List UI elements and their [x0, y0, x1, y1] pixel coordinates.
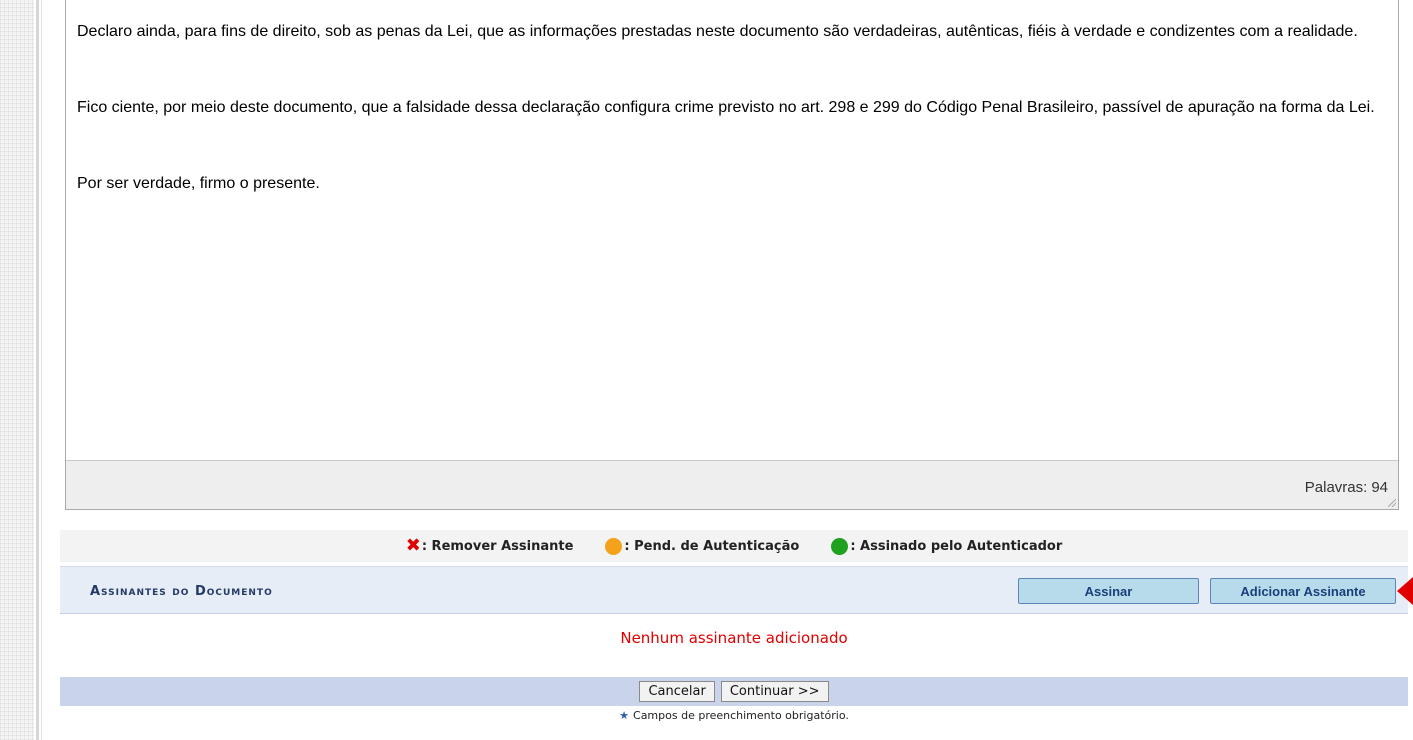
required-star-icon: ★	[619, 709, 630, 722]
add-signer-button[interactable]: Adicionar Assinante	[1210, 578, 1396, 604]
legend-signed-label: : Assinado pelo Autenticador	[850, 538, 1063, 554]
legend-pending-label: : Pend. de Autenticação	[624, 538, 800, 554]
legend-pending: : Pend. de Autenticação	[605, 537, 800, 555]
no-signers-message: Nenhum assinante adicionado	[620, 629, 848, 647]
legend-remove-label: : Remover Assinante	[421, 538, 574, 554]
paragraph-falsity-notice: Fico ciente, por meio deste documento, q…	[77, 99, 1375, 116]
resize-handle-icon[interactable]	[1388, 499, 1396, 507]
cancel-button[interactable]: Cancelar	[639, 681, 715, 702]
orange-dot-icon	[605, 537, 623, 555]
required-note-text: Campos de preenchimento obrigatório.	[633, 709, 849, 722]
signers-header: Assinantes do Documento Assinar Adiciona…	[60, 566, 1408, 614]
editor-status-bar: Palavras: 94	[66, 460, 1398, 509]
sign-button[interactable]: Assinar	[1018, 578, 1199, 604]
required-fields-note: ★ Campos de preenchimento obrigatório.	[60, 709, 1408, 722]
signer-status-legend: ✖ : Remover Assinante : Pend. de Autenti…	[60, 530, 1408, 562]
green-dot-icon	[831, 537, 849, 555]
word-count: Palavras: 94	[1305, 479, 1388, 496]
editor-content[interactable]: Declaro ainda, para fins de direito, sob…	[77, 20, 1389, 248]
left-divider-secondary	[41, 0, 42, 740]
left-divider	[36, 0, 39, 740]
red-pointer-arrow-icon	[1397, 577, 1413, 605]
document-editor[interactable]: Declaro ainda, para fins de direito, sob…	[65, 0, 1399, 510]
word-count-label: Palavras:	[1304, 479, 1368, 496]
word-count-value: 94	[1371, 479, 1388, 496]
paragraph-closing: Por ser verdade, firmo o presente.	[77, 175, 320, 192]
legend-signed: : Assinado pelo Autenticador	[831, 537, 1063, 555]
signers-title: Assinantes do Documento	[90, 584, 273, 599]
left-decorative-strip	[0, 0, 34, 740]
paragraph-declaration: Declaro ainda, para fins de direito, sob…	[77, 23, 1358, 40]
red-x-icon: ✖	[405, 535, 421, 556]
continue-button[interactable]: Continuar >>	[720, 681, 829, 702]
form-action-bar: Cancelar Continuar >>	[60, 677, 1408, 706]
legend-remove: ✖ : Remover Assinante	[406, 537, 574, 555]
